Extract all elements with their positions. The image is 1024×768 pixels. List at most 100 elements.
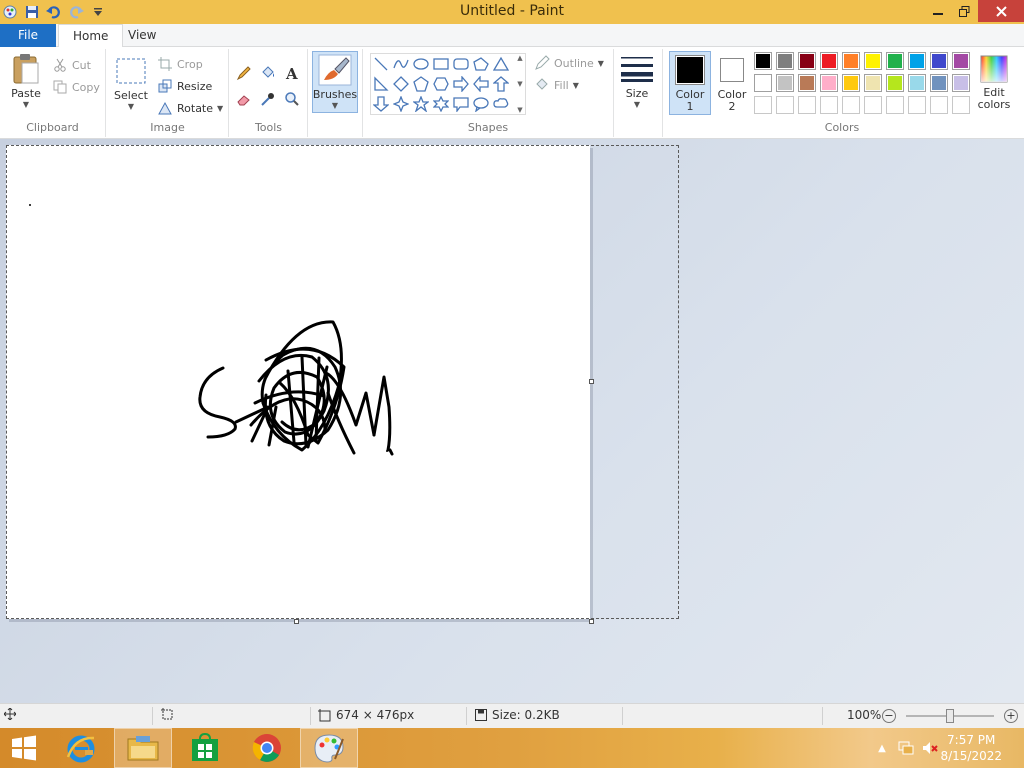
line-shape-icon[interactable]	[371, 54, 391, 74]
minimize-button[interactable]	[924, 0, 952, 22]
palette-swatch[interactable]	[864, 74, 882, 92]
palette-swatch[interactable]	[886, 96, 904, 114]
right-arrow-shape-icon[interactable]	[451, 74, 471, 94]
scroll-up-icon[interactable]: ▲	[517, 54, 522, 62]
copy-button[interactable]: Copy	[52, 77, 100, 97]
taskbar-chrome[interactable]	[238, 728, 296, 768]
fill-bucket-icon[interactable]	[258, 63, 278, 83]
palette-swatch[interactable]	[776, 74, 794, 92]
color2-swatch	[720, 58, 744, 82]
polygon-shape-icon[interactable]	[471, 54, 491, 74]
pentagon-shape-icon[interactable]	[411, 74, 431, 94]
pencil-icon[interactable]	[234, 63, 254, 83]
palette-swatch[interactable]	[798, 52, 816, 70]
up-arrow-shape-icon[interactable]	[491, 74, 511, 94]
palette-swatch[interactable]	[930, 96, 948, 114]
close-button[interactable]	[978, 0, 1024, 22]
cut-button[interactable]: Cut	[52, 55, 91, 75]
select-button[interactable]: Select ▼	[113, 55, 149, 111]
edit-colors-button[interactable]: Edit colors	[974, 53, 1014, 111]
oval-shape-icon[interactable]	[411, 54, 431, 74]
palette-swatch[interactable]	[842, 52, 860, 70]
palette-swatch[interactable]	[820, 74, 838, 92]
rounded-rectangle-shape-icon[interactable]	[451, 54, 471, 74]
network-icon[interactable]	[898, 740, 914, 756]
palette-swatch[interactable]	[908, 96, 926, 114]
left-arrow-shape-icon[interactable]	[471, 74, 491, 94]
start-button[interactable]	[0, 728, 48, 768]
palette-swatch[interactable]	[776, 52, 794, 70]
palette-swatch[interactable]	[930, 74, 948, 92]
zoom-slider-thumb[interactable]	[946, 709, 954, 723]
taskbar-internet-explorer[interactable]	[52, 728, 110, 768]
palette-swatch[interactable]	[908, 52, 926, 70]
resize-handle-bottom[interactable]	[294, 619, 299, 624]
restore-button[interactable]	[950, 0, 978, 22]
rotate-button[interactable]: Rotate ▼	[157, 98, 223, 118]
text-tool-icon[interactable]: A	[282, 63, 302, 83]
oval-callout-shape-icon[interactable]	[471, 94, 491, 114]
palette-swatch[interactable]	[952, 96, 970, 114]
five-point-star-shape-icon[interactable]	[411, 94, 431, 114]
hexagon-shape-icon[interactable]	[431, 74, 451, 94]
zoom-out-button[interactable]: −	[882, 709, 896, 723]
outline-button[interactable]: Outline ▼	[534, 53, 604, 73]
resize-button[interactable]: Resize	[157, 76, 212, 96]
tab-view[interactable]: View	[114, 24, 170, 47]
magnifier-icon[interactable]	[282, 89, 302, 109]
palette-swatch[interactable]	[908, 74, 926, 92]
palette-swatch-fill	[910, 54, 924, 68]
eraser-icon[interactable]	[234, 89, 254, 109]
palette-swatch[interactable]	[754, 52, 772, 70]
rectangle-shape-icon[interactable]	[431, 54, 451, 74]
resize-handle-right[interactable]	[589, 379, 594, 384]
palette-swatch[interactable]	[930, 52, 948, 70]
palette-swatch[interactable]	[798, 96, 816, 114]
scroll-down-icon[interactable]: ▼	[517, 80, 522, 88]
status-separator	[310, 707, 311, 725]
cloud-callout-shape-icon[interactable]	[491, 94, 511, 114]
color-picker-icon[interactable]	[258, 89, 278, 109]
expand-gallery-icon[interactable]: ▼	[517, 106, 522, 114]
palette-swatch-fill	[822, 98, 836, 112]
six-point-star-shape-icon[interactable]	[431, 94, 451, 114]
show-hidden-icons[interactable]: ▲	[874, 740, 890, 756]
brushes-button[interactable]: Brushes ▼	[312, 51, 358, 113]
palette-swatch[interactable]	[776, 96, 794, 114]
color2-button[interactable]: Color 2	[714, 52, 750, 114]
curve-shape-icon[interactable]	[391, 54, 411, 74]
size-button[interactable]: Size ▼	[618, 53, 656, 109]
paste-button[interactable]: Paste ▼	[6, 53, 46, 109]
down-arrow-shape-icon[interactable]	[371, 94, 391, 114]
taskbar-paint[interactable]	[300, 728, 358, 768]
palette-swatch[interactable]	[798, 74, 816, 92]
palette-swatch[interactable]	[864, 96, 882, 114]
crop-button[interactable]: Crop	[157, 54, 203, 74]
rectangular-callout-shape-icon[interactable]	[451, 94, 471, 114]
palette-swatch[interactable]	[952, 52, 970, 70]
palette-swatch[interactable]	[886, 74, 904, 92]
fill-button[interactable]: Fill ▼	[534, 75, 579, 95]
triangle-shape-icon[interactable]	[491, 54, 511, 74]
taskbar-clock[interactable]: 7:57 PM 8/15/2022	[940, 732, 1002, 764]
volume-muted-icon[interactable]	[922, 740, 938, 756]
diamond-shape-icon[interactable]	[391, 74, 411, 94]
palette-swatch[interactable]	[842, 74, 860, 92]
right-triangle-shape-icon[interactable]	[371, 74, 391, 94]
palette-swatch[interactable]	[864, 52, 882, 70]
palette-swatch[interactable]	[952, 74, 970, 92]
resize-handle-corner[interactable]	[589, 619, 594, 624]
palette-swatch[interactable]	[754, 96, 772, 114]
four-point-star-shape-icon[interactable]	[391, 94, 411, 114]
tab-file[interactable]: File	[0, 24, 56, 47]
palette-swatch[interactable]	[842, 96, 860, 114]
taskbar-store[interactable]	[176, 728, 234, 768]
zoom-in-button[interactable]: +	[1004, 709, 1018, 723]
shapes-gallery-scroll[interactable]: ▲ ▼ ▼	[515, 54, 525, 114]
palette-swatch[interactable]	[820, 96, 838, 114]
palette-swatch[interactable]	[754, 74, 772, 92]
color1-button[interactable]: Color 1	[669, 51, 711, 115]
taskbar-file-explorer[interactable]	[114, 728, 172, 768]
palette-swatch[interactable]	[820, 52, 838, 70]
palette-swatch[interactable]	[886, 52, 904, 70]
